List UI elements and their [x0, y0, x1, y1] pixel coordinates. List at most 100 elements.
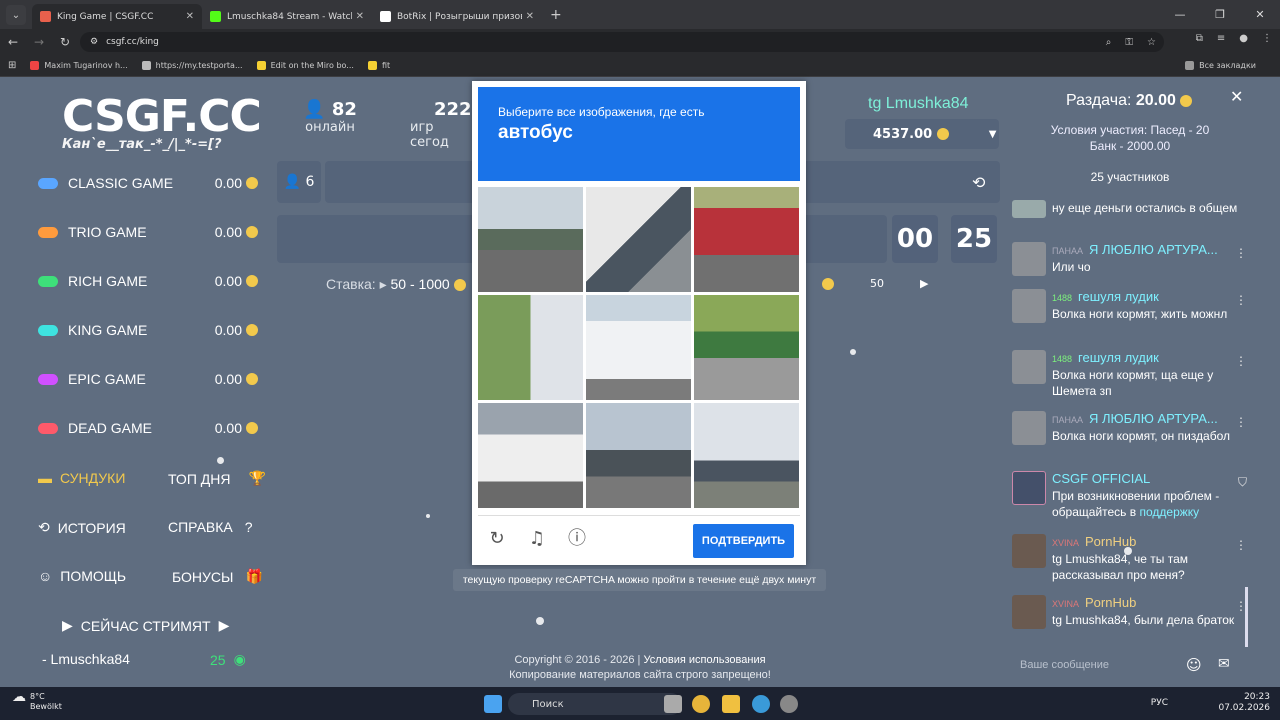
close-icon[interactable]: ✕: [356, 11, 364, 22]
apps-icon[interactable]: ⊞: [8, 60, 16, 71]
new-tab-button[interactable]: +: [550, 7, 562, 23]
language-indicator[interactable]: РУС: [1151, 698, 1168, 709]
verify-button[interactable]: ПОДТВЕРДИТЬ: [693, 524, 794, 558]
history-icon[interactable]: ⟲: [972, 173, 985, 192]
bookmark-item[interactable]: Edit on the Miro bo...: [256, 61, 354, 70]
menu-help-ref[interactable]: СПРАВКА?: [168, 519, 253, 535]
captcha-tile[interactable]: [586, 403, 691, 508]
captcha-tile[interactable]: [586, 295, 691, 400]
coin-icon: [246, 324, 258, 336]
menu-chests[interactable]: ▬ СУНДУКИ: [38, 470, 125, 486]
taskbar-search[interactable]: Поиск: [508, 693, 682, 715]
play-icon[interactable]: ▶: [920, 277, 928, 290]
profile-avatar[interactable]: ●: [1239, 33, 1248, 44]
message-author[interactable]: PornHub: [1085, 595, 1136, 610]
chevron-down-icon[interactable]: ▼: [989, 129, 997, 140]
more-icon[interactable]: ⋮: [1235, 354, 1247, 368]
game-classic[interactable]: CLASSIC GAME 0.00: [38, 168, 258, 198]
avatar[interactable]: [1012, 242, 1046, 276]
game-name: CLASSIC GAME: [68, 175, 174, 191]
chrome-icon[interactable]: [692, 695, 710, 713]
message-author[interactable]: CSGF OFFICIAL: [1052, 471, 1150, 486]
game-epic[interactable]: EPIC GAME 0.00: [38, 364, 258, 394]
avatar[interactable]: [1012, 411, 1046, 445]
message-author[interactable]: Я ЛЮБЛЮ АРТУРА...: [1089, 411, 1218, 426]
message-author[interactable]: гешуля лудик: [1078, 350, 1159, 365]
stake-input[interactable]: 50 ▶: [822, 277, 928, 290]
avatar[interactable]: [1012, 350, 1046, 384]
reload-icon[interactable]: ↻: [52, 35, 78, 49]
tab-botrix[interactable]: BotRix | Розыгрыши призов ✕: [372, 4, 542, 29]
task-view-icon[interactable]: [664, 695, 682, 713]
site-info-icon[interactable]: ⚙: [90, 37, 98, 47]
tab-csgf[interactable]: King Game | CSGF.CC ✕: [32, 4, 202, 29]
reload-icon[interactable]: ↻: [486, 528, 508, 550]
captcha-tile[interactable]: [694, 187, 799, 292]
info-icon[interactable]: ⓘ: [566, 528, 588, 550]
site-logo[interactable]: CSGF.CC: [62, 91, 262, 142]
username[interactable]: tg Lmushka84: [868, 95, 969, 113]
chat-scrollbar[interactable]: [1245, 587, 1248, 647]
captcha-footer: ↻ ♫ ⓘ ПОДТВЕРДИТЬ: [478, 515, 800, 561]
folder-icon[interactable]: [722, 695, 740, 713]
message-author[interactable]: Я ЛЮБЛЮ АРТУРА...: [1089, 242, 1218, 257]
captcha-tile[interactable]: [478, 295, 583, 400]
tab-search-button[interactable]: ⌄: [6, 5, 26, 25]
star-icon[interactable]: ☆: [1147, 37, 1156, 48]
chat-input[interactable]: Ваше сообщение: [1010, 652, 1250, 678]
menu-bonuses[interactable]: БОНУСЫ 🎁: [172, 568, 263, 585]
avatar[interactable]: [1012, 534, 1046, 568]
media-icon[interactable]: ≡: [1217, 33, 1225, 44]
more-icon[interactable]: ⋮: [1235, 293, 1247, 307]
more-icon[interactable]: ⋮: [1235, 246, 1247, 260]
csgf-avatar[interactable]: [1012, 471, 1046, 505]
message-author[interactable]: гешуля лудик: [1078, 289, 1159, 304]
captcha-tile[interactable]: [586, 187, 691, 292]
menu-support[interactable]: ☺ ПОМОЩЬ: [38, 568, 126, 584]
more-icon[interactable]: ⋮: [1235, 538, 1247, 552]
close-icon[interactable]: ✕: [186, 11, 194, 22]
avatar[interactable]: [1012, 289, 1046, 323]
minimize-icon[interactable]: —: [1160, 8, 1200, 21]
weather-widget[interactable]: ☁ 8°C Bewölkt: [12, 690, 62, 712]
close-icon[interactable]: ✕: [526, 11, 534, 22]
game-rich[interactable]: RICH GAME 0.00: [38, 266, 258, 296]
all-bookmarks[interactable]: Все закладки: [1185, 61, 1256, 70]
balance-box[interactable]: 4537.00 ▼: [845, 119, 999, 149]
captcha-tile[interactable]: [478, 403, 583, 508]
terms-link[interactable]: Условия использования: [643, 654, 765, 666]
menu-icon[interactable]: ⋮: [1262, 33, 1272, 44]
game-king[interactable]: KING GAME 0.00: [38, 315, 258, 345]
tab-kick[interactable]: Lmuschka84 Stream - Watch Li ✕: [202, 4, 372, 29]
close-window-icon[interactable]: ✕: [1240, 8, 1280, 21]
emoji-icon[interactable]: ☺: [1186, 656, 1202, 674]
more-icon[interactable]: ⋮: [1235, 415, 1247, 429]
menu-history[interactable]: ⟲ ИСТОРИЯ: [38, 519, 126, 536]
extensions-icon[interactable]: ⧉: [1196, 33, 1203, 44]
close-icon[interactable]: ✕: [1230, 87, 1243, 106]
telegram-icon[interactable]: [752, 695, 770, 713]
zoom-icon[interactable]: ⌕: [1106, 37, 1112, 48]
headphones-icon[interactable]: ♫: [526, 528, 548, 550]
captcha-tile[interactable]: [694, 403, 799, 508]
captcha-tile[interactable]: [694, 295, 799, 400]
bookmark-item[interactable]: https://my.testporta...: [141, 61, 243, 70]
bookmark-item[interactable]: Maxim Tugarinov h...: [30, 61, 128, 70]
menu-label: БОНУСЫ: [172, 568, 234, 585]
send-icon[interactable]: ✉: [1218, 656, 1230, 672]
forward-icon[interactable]: →: [26, 35, 52, 49]
streamer-item[interactable]: - Lmuschka84: [42, 651, 130, 667]
game-trio[interactable]: TRIO GAME 0.00: [38, 217, 258, 247]
windows-start-icon[interactable]: [484, 695, 502, 713]
app-icon[interactable]: [780, 695, 798, 713]
game-dead[interactable]: DEAD GAME 0.00: [38, 413, 258, 443]
url-field[interactable]: ⚙ csgf.cc/king ⌕ ⚿ ☆: [80, 32, 1164, 52]
maximize-icon[interactable]: ❐: [1200, 8, 1240, 21]
menu-top-day[interactable]: ТОП ДНЯ 🏆: [168, 470, 266, 487]
captcha-tile[interactable]: [478, 187, 583, 292]
avatar[interactable]: [1012, 595, 1046, 629]
key-icon[interactable]: ⚿: [1125, 37, 1133, 48]
back-icon[interactable]: ←: [0, 35, 26, 49]
support-link[interactable]: поддержку: [1139, 505, 1199, 519]
bookmark-item[interactable]: fit: [367, 61, 390, 70]
